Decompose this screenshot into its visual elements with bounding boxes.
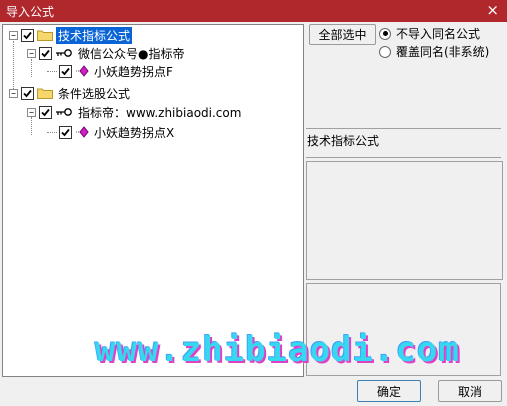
folder-icon [37, 88, 53, 99]
formula-type-label: 技术指标公式 [306, 128, 501, 158]
tree-node-formula-f[interactable]: 小妖趋势拐点F [47, 62, 175, 80]
watermark-text: www.zhibiaodi.com [95, 330, 460, 370]
radio-no-import-label: 不导入同名公式 [396, 27, 481, 41]
radio-selected-icon[interactable] [379, 27, 391, 40]
title-bar: 导入公式 × [0, 0, 507, 22]
collapse-icon[interactable]: − [9, 30, 18, 40]
key-icon [56, 49, 72, 57]
formula-gem-icon [76, 126, 89, 138]
radio-no-import[interactable]: 不导入同名公式 [379, 25, 480, 42]
checkbox-checked-icon[interactable] [21, 86, 34, 100]
tree-node-zhibiaodi-group[interactable]: − 指标帝：www.zhibiaodi.com [27, 103, 243, 121]
tree-node-formula-x[interactable]: 小妖趋势拐点X [47, 123, 176, 141]
collapse-icon[interactable]: − [9, 88, 18, 98]
ok-button[interactable]: 确定 [357, 380, 421, 402]
tree-node-label: 技术指标公式 [56, 26, 133, 44]
folder-icon [37, 30, 53, 41]
tree-node-label: 微信公众号●指标帝 [78, 46, 185, 61]
tree-node-stock-screen[interactable]: − 条件选股公式 [9, 84, 132, 102]
radio-overwrite[interactable]: 覆盖同名(非系统) [379, 43, 489, 60]
tree-node-label: 小妖趋势拐点X [94, 125, 175, 140]
formula-description-box [306, 161, 503, 280]
tree-connector [47, 70, 57, 72]
checkbox-checked-icon[interactable] [39, 105, 52, 119]
checkbox-checked-icon[interactable] [59, 64, 72, 78]
close-icon[interactable]: × [486, 1, 499, 19]
radio-unselected-icon[interactable] [379, 45, 391, 58]
cancel-button[interactable]: 取消 [438, 380, 502, 402]
checkbox-checked-icon[interactable] [21, 28, 34, 42]
tree-node-wechat-group[interactable]: − 微信公众号●指标帝 [27, 44, 186, 62]
tree-node-label: 小妖趋势拐点F [94, 64, 173, 79]
tree-connector [47, 131, 57, 133]
formula-gem-icon [76, 65, 89, 77]
window-title: 导入公式 [6, 5, 55, 19]
key-icon [56, 108, 72, 116]
collapse-icon[interactable]: − [27, 48, 36, 58]
tree-node-label: 条件选股公式 [58, 86, 131, 101]
select-all-button[interactable]: 全部选中 [309, 24, 376, 45]
formula-tree[interactable]: − 技术指标公式 − 微信公众号●指标帝 小妖趋势拐点F − 条件选股公式 − … [2, 24, 304, 377]
checkbox-checked-icon[interactable] [39, 46, 52, 60]
collapse-icon[interactable]: − [27, 107, 36, 117]
tree-node-tech-formulas[interactable]: − 技术指标公式 [9, 26, 133, 44]
radio-overwrite-label: 覆盖同名(非系统) [396, 45, 490, 59]
checkbox-checked-icon[interactable] [59, 125, 72, 139]
tree-node-label: 指标帝：www.zhibiaodi.com [78, 105, 242, 120]
